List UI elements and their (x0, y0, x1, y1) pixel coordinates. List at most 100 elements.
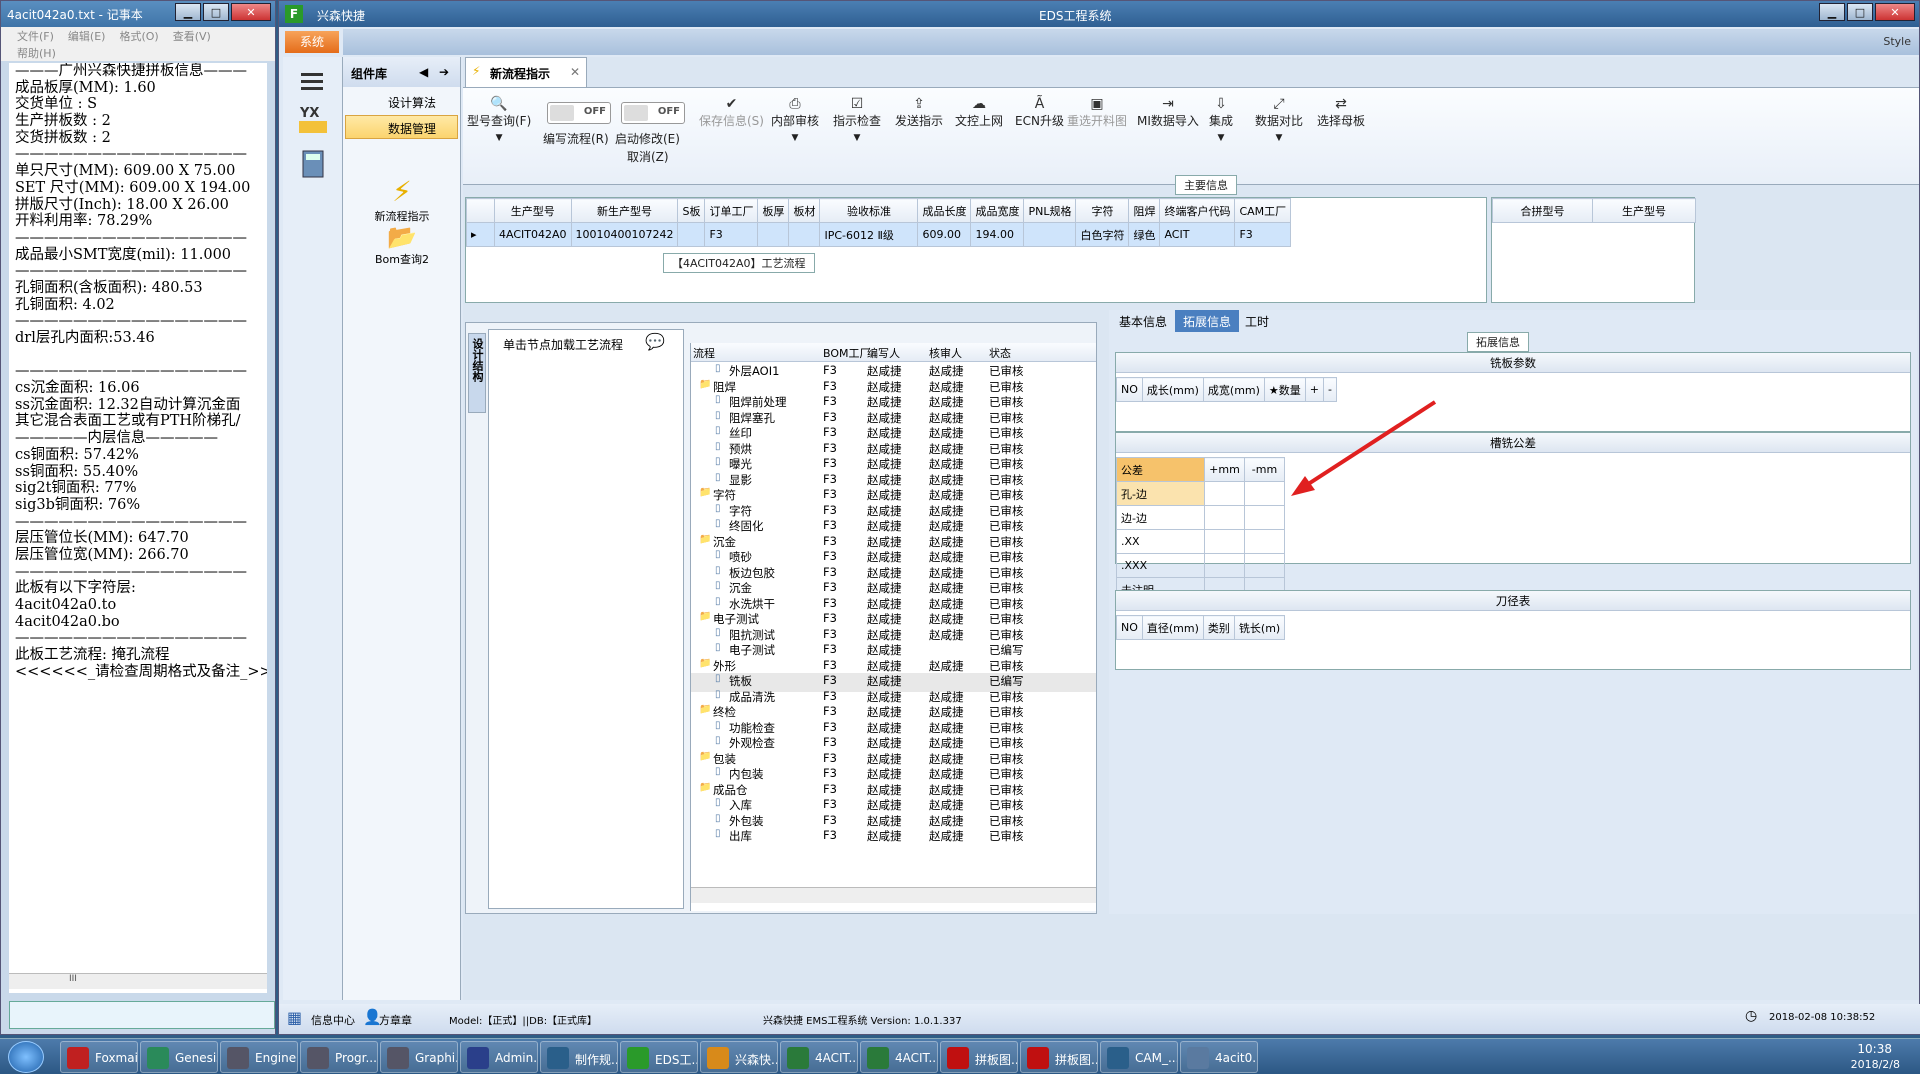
compare-button[interactable]: ⤢ 数据对比 ▼ (1255, 96, 1303, 143)
main-col-header[interactable]: 成品宽度 (970, 198, 1025, 223)
new-flow-launcher[interactable]: ⚡ 新流程指示 (343, 175, 461, 224)
main-col-header[interactable]: 板材 (788, 198, 821, 223)
tree-col-header[interactable]: 核审人 (929, 345, 962, 361)
tol-plus-cell[interactable] (1204, 553, 1245, 578)
main-cell[interactable]: 绿色 (1128, 222, 1161, 247)
main-col-header[interactable]: 阻焊 (1128, 198, 1161, 223)
send-instruction-button[interactable]: ⇪ 发送指示 (895, 96, 943, 129)
side-tab-design[interactable]: 设计结构 (468, 333, 486, 413)
hamburger-menu-icon[interactable] (297, 65, 329, 97)
tol-plus-cell[interactable] (1204, 481, 1245, 506)
main-cell[interactable]: 609.00 (917, 222, 972, 247)
tol-col-header[interactable]: -mm (1244, 457, 1285, 482)
comp-item-data-mgmt[interactable]: 数据管理 (345, 115, 458, 139)
main-col-header[interactable]: 终端客户代码 (1159, 198, 1236, 223)
main-cell[interactable]: 194.00 (970, 222, 1025, 247)
taskbar-item[interactable]: Admin... (460, 1041, 538, 1073)
main-col-header[interactable]: 板厚 (757, 198, 790, 223)
minimize-button[interactable]: ▁ (1819, 3, 1845, 21)
main-col-header[interactable]: 新生产型号 (570, 198, 679, 223)
taskbar-item[interactable]: 4ACIT... (780, 1041, 858, 1073)
ecn-upgrade-button[interactable]: Ã ECN升级 (1015, 96, 1064, 129)
close-button[interactable]: ✕ (231, 3, 271, 21)
system-tab[interactable]: 系统 (285, 31, 339, 53)
main-cell[interactable] (677, 222, 706, 247)
taskbar-item[interactable]: Genesis (140, 1041, 218, 1073)
tab-basic-info[interactable]: 基本信息 (1111, 310, 1175, 332)
cancel-button[interactable]: 取消(Z) (627, 148, 669, 165)
tab-new-flow[interactable]: ⚡ 新流程指示 ✕ (465, 57, 587, 87)
app-titlebar[interactable]: F 兴森快捷 EDS工程系统 ▁ □ ✕ (279, 1, 1919, 27)
cutter-col-header[interactable]: 铣长(m) (1233, 615, 1286, 640)
tree-row[interactable]: ▯ 出库 F3 赵咸捷 赵咸捷 已审核 (691, 828, 1096, 847)
main-col-header[interactable]: 订单工厂 (704, 198, 759, 223)
comp-item-design-algo[interactable]: 设计算法 (345, 89, 458, 113)
tree-col-header[interactable]: 状态 (989, 345, 1011, 361)
mill-col-header[interactable]: 成宽(mm) (1202, 377, 1265, 402)
pin-icon[interactable]: ➔ (439, 65, 449, 79)
taskbar-item[interactable]: Foxmail (60, 1041, 138, 1073)
taskbar-item[interactable]: 4ACIT... (860, 1041, 938, 1073)
start-button[interactable] (8, 1041, 44, 1073)
tol-col-header[interactable]: 公差 (1116, 457, 1205, 482)
menu-edit[interactable]: 编辑(E) (68, 28, 106, 44)
mi-import-button[interactable]: ⇥ MI数据导入 (1137, 96, 1199, 129)
scroll-thumb[interactable]: III (69, 974, 77, 984)
close-button[interactable]: ✕ (1875, 3, 1915, 21)
check-instruction-button[interactable]: ☑ 指示检查 ▼ (833, 96, 881, 143)
main-col-header[interactable]: CAM工厂 (1234, 198, 1292, 223)
main-cell[interactable]: F3 (1234, 222, 1292, 247)
main-cell[interactable]: F3 (704, 222, 759, 247)
close-tab-icon[interactable]: ✕ (570, 65, 580, 79)
main-cell[interactable]: IPC-6012 Ⅱ级 (819, 222, 919, 247)
bom-query-launcher[interactable]: 📂 Bom查询2 (343, 223, 461, 267)
edit-flow-toggle[interactable]: OFF (547, 102, 611, 124)
main-cell[interactable]: 10010400107242 (570, 222, 679, 247)
tol-plus-cell[interactable] (1204, 505, 1245, 530)
tree-col-header[interactable]: BOM工厂 (823, 345, 871, 361)
taskbar-item[interactable]: Engine... (220, 1041, 298, 1073)
main-col-header[interactable]: 成品长度 (917, 198, 972, 223)
tree-col-header[interactable]: 流程 (693, 345, 715, 361)
taskbar-item[interactable]: 4acit0... (1180, 1041, 1258, 1073)
prod-model-header[interactable]: 生产型号 (1592, 198, 1696, 223)
main-cell[interactable] (1023, 222, 1077, 247)
taskbar-item[interactable]: Progr... (300, 1041, 378, 1073)
reselect-panel-button[interactable]: ▣ 重选开料图 (1067, 96, 1127, 129)
tol-minus-cell[interactable] (1244, 553, 1285, 578)
row-indicator[interactable]: ▸ (466, 222, 495, 247)
style-menu[interactable]: Style (1883, 35, 1911, 48)
notepad-text-area[interactable]: ———广州兴森快捷拼板信息——— 成品板厚(MM): 1.60 交货单位 : S 生产… (9, 63, 267, 993)
save-info-button[interactable]: ✔ 保存信息(S) (699, 96, 764, 129)
internal-review-button[interactable]: ⎙ 内部审核 ▼ (771, 96, 819, 143)
tol-minus-cell[interactable] (1244, 505, 1285, 530)
integrate-button[interactable]: ⇩ 集成 ▼ (1209, 96, 1233, 143)
tol-minus-cell[interactable] (1244, 529, 1285, 554)
calculator-icon[interactable] (297, 147, 329, 179)
tree-col-header[interactable]: 编写人 (867, 345, 900, 361)
main-col-header[interactable]: 字符 (1075, 198, 1130, 223)
taskbar-item[interactable]: 兴森快... (700, 1041, 778, 1073)
minimize-button[interactable]: ▁ (175, 3, 201, 21)
mill-col-header[interactable]: 成长(mm) (1141, 377, 1204, 402)
main-col-header[interactable]: 生产型号 (494, 198, 572, 223)
tol-plus-cell[interactable] (1204, 529, 1245, 554)
collapse-icon[interactable]: ◀ (419, 65, 428, 79)
menu-file[interactable]: 文件(F) (17, 28, 54, 44)
menu-format[interactable]: 格式(O) (119, 28, 158, 44)
tol-minus-cell[interactable] (1244, 481, 1285, 506)
maximize-button[interactable]: □ (1847, 3, 1873, 21)
taskbar-item[interactable]: Graphi... (380, 1041, 458, 1073)
main-cell[interactable]: ACIT (1159, 222, 1236, 247)
mill-col-header[interactable]: NO (1116, 377, 1143, 402)
main-cell[interactable] (757, 222, 790, 247)
cutter-col-header[interactable]: 类别 (1202, 615, 1235, 640)
taskbar-item[interactable]: CAM_... (1100, 1041, 1178, 1073)
notepad-titlebar[interactable]: 4acit042a0.txt - 记事本 ▁ □ ✕ (1, 1, 275, 27)
taskbar-item[interactable]: 拼板图... (940, 1041, 1018, 1073)
auto-modify-toggle[interactable]: OFF (621, 102, 685, 124)
tab-ext-info[interactable]: 拓展信息 (1175, 310, 1240, 332)
menu-help[interactable]: 帮助(H) (17, 47, 56, 60)
maximize-button[interactable]: □ (203, 3, 229, 21)
tree-hscrollbar[interactable] (691, 887, 1096, 903)
